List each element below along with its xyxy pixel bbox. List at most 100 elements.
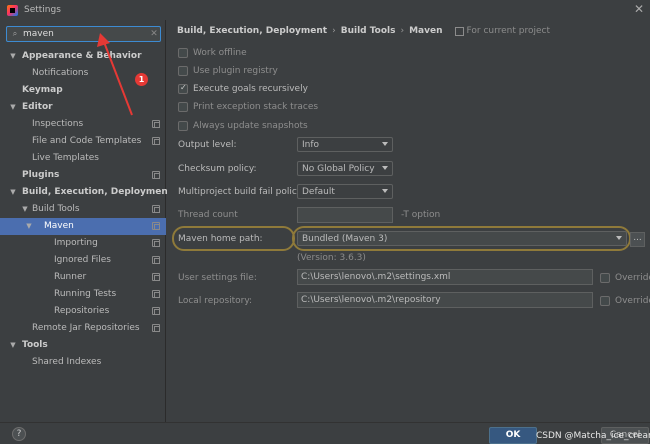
- tree-node-label: Shared Indexes: [32, 357, 102, 367]
- local-repo-override[interactable]: Override: [600, 294, 650, 307]
- print-traces-label: Print exception stack traces: [193, 101, 319, 112]
- tree-node-label: Remote Jar Repositories: [32, 323, 140, 333]
- breadcrumb-item: Build Tools: [340, 26, 396, 36]
- work-offline-option[interactable]: Work offline: [178, 46, 247, 59]
- user-settings-override[interactable]: Override: [600, 271, 650, 284]
- ok-button[interactable]: OK: [489, 427, 537, 444]
- tree-node-label: Plugins: [22, 170, 60, 180]
- tree-node-plugins[interactable]: Plugins: [0, 167, 166, 184]
- plugin-registry-option[interactable]: Use plugin registry: [178, 64, 278, 77]
- output-level-value: Info: [302, 139, 320, 150]
- tree-node-running-tests[interactable]: Running Tests: [0, 286, 166, 303]
- expand-arrow-icon[interactable]: ▼: [8, 99, 18, 116]
- override-label: Override: [615, 272, 650, 283]
- maven-home-dropdown[interactable]: Bundled (Maven 3): [297, 231, 627, 246]
- user-settings-label: User settings file:: [178, 273, 257, 283]
- tree-node-shared-indexes[interactable]: Shared Indexes: [0, 354, 166, 371]
- tree-node-label: Tools: [22, 340, 48, 350]
- tree-node-label: File and Code Templates: [32, 136, 142, 146]
- tree-node-label: Running Tests: [54, 289, 117, 299]
- breadcrumb-separator: ›: [400, 26, 405, 36]
- tree-node-label: Repositories: [54, 306, 110, 316]
- expand-arrow-icon[interactable]: ▼: [20, 201, 30, 218]
- expand-arrow-icon[interactable]: ▼: [8, 48, 18, 65]
- project-icon: [454, 26, 464, 36]
- project-settings-icon: [152, 273, 160, 281]
- maven-home-value: Bundled (Maven 3): [302, 233, 388, 244]
- expand-arrow-icon[interactable]: ▼: [8, 337, 18, 354]
- tree-node-label: Runner: [54, 272, 87, 282]
- work-offline-checkbox[interactable]: [178, 47, 188, 58]
- tree-node-runner[interactable]: Runner: [0, 269, 166, 286]
- plugin-registry-label: Use plugin registry: [193, 65, 278, 76]
- local-repo-input[interactable]: C:\Users\lenovo\.m2\repository: [297, 292, 593, 308]
- execute-goals-checkbox[interactable]: [178, 83, 188, 94]
- plugin-registry-checkbox[interactable]: [178, 65, 188, 76]
- user-settings-input[interactable]: C:\Users\lenovo\.m2\settings.xml: [297, 269, 593, 285]
- thread-count-hint: -T option: [401, 210, 441, 220]
- work-offline-label: Work offline: [193, 47, 247, 58]
- chevron-down-icon: [616, 236, 622, 240]
- annotation-badge: 1: [135, 73, 148, 86]
- tree-node-repositories[interactable]: Repositories: [0, 303, 166, 320]
- tree-node-importing[interactable]: Importing: [0, 235, 166, 252]
- print-traces-option[interactable]: Print exception stack traces: [178, 100, 318, 113]
- update-snapshots-option[interactable]: Always update snapshots: [178, 119, 308, 132]
- override-checkbox[interactable]: [600, 295, 610, 306]
- tree-node-tools[interactable]: ▼ Tools: [0, 337, 166, 354]
- tree-node-label: Build Tools: [32, 204, 80, 214]
- tree-node-label: Build, Execution, Deployment: [22, 187, 173, 197]
- maven-version-text: (Version: 3.6.3): [297, 253, 366, 263]
- close-icon[interactable]: ✕: [633, 3, 645, 15]
- project-settings-icon: [152, 307, 160, 315]
- clear-search-icon[interactable]: ✕: [148, 29, 160, 39]
- tree-node-build-tools[interactable]: ▼ Build Tools: [0, 201, 166, 218]
- tree-node-maven[interactable]: ▼ Maven: [0, 218, 166, 235]
- maven-home-label: Maven home path:: [178, 234, 263, 244]
- update-snapshots-checkbox[interactable]: [178, 120, 188, 131]
- project-scope-label: For current project: [466, 26, 551, 36]
- dialog-button-bar: ? OK Cancel CSDN @Matcha_ice_cream: [0, 422, 650, 444]
- local-repo-label: Local repository:: [178, 296, 253, 306]
- project-settings-icon: [152, 120, 160, 128]
- tree-node-label: Ignored Files: [54, 255, 111, 265]
- project-settings-icon: [152, 324, 160, 332]
- update-snapshots-label: Always update snapshots: [193, 120, 308, 131]
- maven-home-browse-button[interactable]: ...: [630, 232, 645, 247]
- chevron-down-icon: [382, 166, 388, 170]
- maven-settings-panel: Build, Execution, Deployment › Build Too…: [167, 20, 650, 422]
- help-button[interactable]: ?: [12, 427, 26, 441]
- project-settings-icon: [152, 171, 160, 179]
- breadcrumb-separator: ›: [332, 26, 336, 36]
- expand-arrow-icon[interactable]: ▼: [8, 184, 18, 201]
- checksum-policy-dropdown[interactable]: No Global Policy: [297, 161, 393, 176]
- breadcrumb-item: Build, Execution, Deployment: [177, 26, 328, 36]
- override-checkbox[interactable]: [600, 272, 610, 283]
- csdn-watermark: CSDN @Matcha_ice_cream: [536, 431, 650, 441]
- settings-tree: ▼ Appearance & Behavior Notifications Keyma…: [0, 48, 172, 371]
- print-traces-checkbox[interactable]: [178, 101, 188, 112]
- thread-count-input[interactable]: [297, 207, 393, 223]
- tree-node-ignored-files[interactable]: Ignored Files: [0, 252, 166, 269]
- output-level-dropdown[interactable]: Info: [297, 137, 393, 152]
- tree-node-label: Importing: [54, 238, 98, 248]
- checksum-policy-value: No Global Policy: [302, 163, 375, 174]
- settings-search-input[interactable]: [23, 29, 148, 39]
- settings-search-box[interactable]: ⌕ ✕: [6, 26, 161, 42]
- execute-goals-option[interactable]: Execute goals recursively: [178, 82, 308, 95]
- multiproject-policy-dropdown[interactable]: Default: [297, 184, 393, 199]
- tree-node-live-templates[interactable]: Live Templates: [0, 150, 166, 167]
- expand-arrow-icon[interactable]: ▼: [24, 218, 34, 235]
- tree-node-build-execution-deployment[interactable]: ▼ Build, Execution, Deployment: [0, 184, 172, 201]
- tree-node-remote-jar-repositories[interactable]: Remote Jar Repositories: [0, 320, 166, 337]
- tree-node-appearance-behavior[interactable]: ▼ Appearance & Behavior: [0, 48, 166, 65]
- tree-node-editor[interactable]: ▼ Editor: [0, 99, 166, 116]
- multiproject-policy-value: Default: [302, 186, 335, 197]
- tree-node-label: Notifications: [32, 68, 89, 78]
- tree-node-file-and-code-templates[interactable]: File and Code Templates: [0, 133, 166, 150]
- title-bar: Settings ✕: [0, 0, 650, 20]
- thread-count-label: Thread count: [178, 210, 238, 220]
- output-level-label: Output level:: [178, 140, 237, 150]
- tree-node-inspections[interactable]: Inspections: [0, 116, 166, 133]
- project-settings-icon: [152, 290, 160, 298]
